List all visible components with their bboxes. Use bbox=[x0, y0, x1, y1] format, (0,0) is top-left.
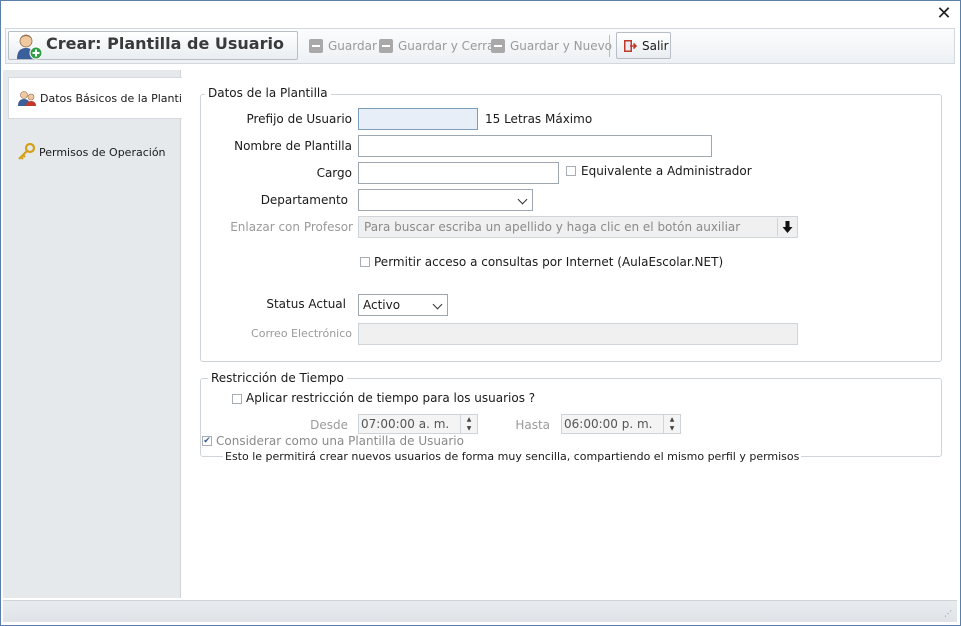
equivalente-label: Equivalente a Administrador bbox=[581, 164, 752, 178]
nombre-label: Nombre de Plantilla bbox=[234, 139, 352, 153]
desde-value: 07:00:00 a. m. bbox=[361, 417, 450, 431]
cargo-label: Cargo bbox=[316, 166, 352, 180]
departamento-select[interactable] bbox=[358, 189, 533, 211]
enlazar-input[interactable]: Para buscar escriba un apellido y haga c… bbox=[358, 216, 798, 238]
desde-label: Desde bbox=[310, 418, 348, 432]
exit-icon bbox=[623, 39, 638, 53]
aplicar-checkbox[interactable] bbox=[232, 394, 242, 404]
chevron-down-icon bbox=[432, 299, 443, 310]
considerar-label: Considerar como una Plantilla de Usuario bbox=[216, 434, 464, 448]
permitir-label: Permitir acceso a consultas por Internet… bbox=[374, 255, 724, 269]
nombre-input[interactable] bbox=[358, 135, 712, 157]
restriccion-group-title: Restricción de Tiempo bbox=[208, 371, 347, 385]
desde-spinner[interactable]: ▲ ▼ bbox=[460, 415, 477, 433]
page-title: Crear: Plantilla de Usuario bbox=[46, 34, 284, 53]
correo-label: Correo Electrónico bbox=[251, 327, 352, 340]
sidebar-item-label: Permisos de Operación bbox=[39, 145, 166, 159]
key-icon bbox=[16, 142, 36, 161]
equivalente-checkbox[interactable] bbox=[566, 166, 576, 176]
prefijo-label: Prefijo de Usuario bbox=[246, 112, 352, 126]
hasta-time-input[interactable]: 06:00:00 p. m. ▲ ▼ bbox=[561, 414, 681, 434]
departamento-label: Departamento bbox=[260, 193, 348, 207]
toolbar-separator bbox=[609, 35, 610, 57]
users-icon bbox=[17, 89, 37, 107]
desde-time-input[interactable]: 07:00:00 a. m. ▲ ▼ bbox=[358, 414, 478, 434]
aplicar-label: Aplicar restricción de tiempo para los u… bbox=[246, 391, 536, 405]
enlazar-label: Enlazar con Profesor bbox=[230, 220, 353, 234]
correo-input[interactable] bbox=[358, 323, 798, 345]
arrow-down-icon bbox=[782, 221, 793, 233]
save-close-icon bbox=[379, 38, 393, 53]
guardar-nuevo-label: Guardar y Nuevo bbox=[510, 38, 613, 53]
sidebar-item-permisos[interactable]: Permisos de Operación bbox=[8, 131, 182, 173]
salir-button[interactable]: Salir bbox=[616, 32, 671, 59]
salir-label: Salir bbox=[642, 38, 669, 53]
status-select[interactable]: Activo bbox=[358, 294, 448, 316]
hasta-spinner[interactable]: ▲ ▼ bbox=[663, 415, 680, 433]
sidebar-item-datos-basicos[interactable]: Datos Básicos de la Plantilla bbox=[8, 77, 195, 119]
hasta-label: Hasta bbox=[515, 418, 550, 432]
datos-group-title: Datos de la Plantilla bbox=[205, 86, 331, 100]
permitir-checkbox[interactable] bbox=[360, 257, 370, 267]
guardar-label: Guardar bbox=[328, 38, 377, 53]
prefijo-input[interactable] bbox=[358, 108, 478, 130]
prefijo-hint: 15 Letras Máximo bbox=[485, 112, 593, 126]
enlazar-placeholder: Para buscar escriba un apellido y haga c… bbox=[364, 220, 741, 234]
sidebar-item-label: Datos Básicos de la Plantilla bbox=[40, 91, 195, 105]
resize-grip-icon[interactable]: ⋰ bbox=[944, 610, 954, 620]
hasta-value: 06:00:00 p. m. bbox=[564, 417, 653, 431]
cargo-input[interactable] bbox=[358, 162, 559, 184]
considerar-checkbox[interactable]: ✔ bbox=[202, 436, 212, 446]
close-button[interactable]: ✕ bbox=[934, 5, 954, 25]
considerar-note: Esto le permitirá crear nuevos usuarios … bbox=[223, 450, 802, 463]
save-new-icon bbox=[491, 38, 505, 53]
status-value: Activo bbox=[363, 298, 401, 312]
add-user-icon bbox=[14, 32, 44, 60]
guardar-nuevo-button[interactable]: Guardar y Nuevo bbox=[484, 32, 619, 59]
status-label: Status Actual bbox=[266, 297, 346, 311]
search-auxiliary-button[interactable] bbox=[777, 218, 796, 236]
status-bar bbox=[3, 600, 957, 622]
save-icon bbox=[309, 38, 323, 53]
chevron-down-icon bbox=[517, 194, 528, 205]
